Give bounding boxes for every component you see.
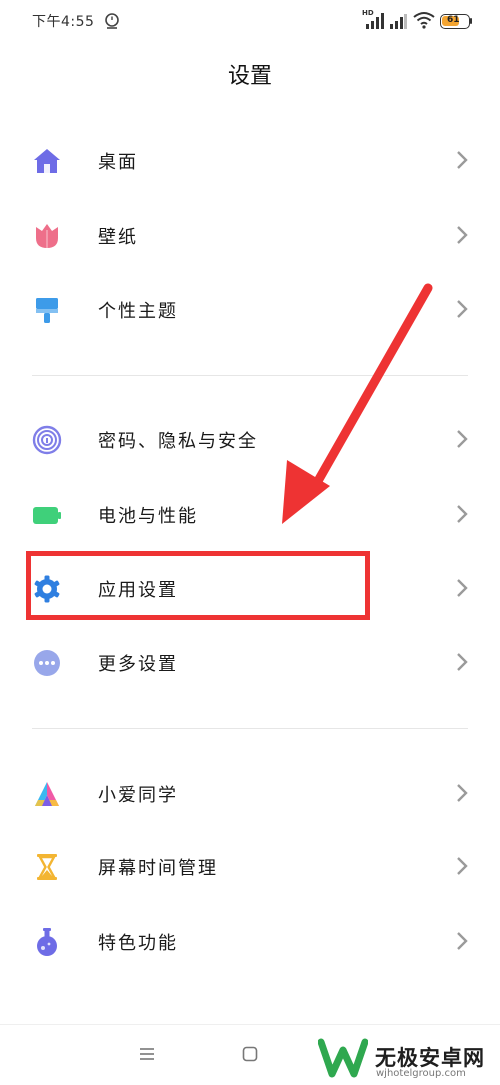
settings-item-label: 小爱同学 (98, 785, 178, 806)
chevron-right-icon (457, 151, 468, 169)
status-bar: 下午4:55 HD 61 (0, 0, 500, 44)
tulip-icon (36, 224, 58, 248)
settings-item-more[interactable]: 更多设置 (0, 632, 500, 692)
flask-icon (37, 928, 57, 956)
settings-item-theme[interactable]: 个性主题 (0, 279, 500, 339)
highlight-box (26, 551, 370, 620)
menu-icon[interactable] (139, 1047, 155, 1061)
chevron-right-icon (457, 784, 468, 802)
settings-item-label: 壁纸 (98, 227, 138, 248)
chevron-right-icon (457, 653, 468, 671)
settings-item-label: 屏幕时间管理 (98, 858, 218, 879)
settings-item-label: 密码、隐私与安全 (98, 431, 258, 452)
settings-item-label: 个性主题 (98, 301, 178, 322)
settings-item-features[interactable]: 特色功能 (0, 911, 500, 971)
chevron-right-icon (457, 579, 468, 597)
watermark-url: wjhotelgroup.com (376, 1068, 466, 1079)
home-button-icon[interactable] (242, 1046, 258, 1062)
fingerprint-icon (32, 425, 62, 455)
battery-level: 61 (447, 15, 460, 25)
chevron-right-icon (457, 226, 468, 244)
chevron-right-icon (457, 932, 468, 950)
chevron-right-icon (457, 300, 468, 318)
battery-icon (33, 507, 61, 524)
brush-icon (36, 298, 58, 323)
chevron-right-icon (457, 857, 468, 875)
battery-indicator: 61 (440, 14, 470, 29)
more-icon (34, 650, 60, 676)
section-divider (32, 375, 468, 376)
home-icon (34, 149, 60, 173)
settings-item-label: 电池与性能 (98, 506, 198, 527)
signal-icon-2 (390, 14, 407, 29)
watermark-logo-icon (318, 1038, 368, 1078)
settings-item-xiaoai[interactable]: 小爱同学 (0, 763, 500, 823)
settings-item-label: 桌面 (98, 152, 138, 173)
settings-item-privacy[interactable]: 密码、隐私与安全 (0, 409, 500, 469)
hourglass-icon (37, 854, 57, 880)
page-title: 设置 (227, 64, 272, 89)
status-time: 下午4:55 (32, 14, 95, 30)
settings-item-battery[interactable]: 电池与性能 (0, 484, 500, 544)
settings-item-label: 特色功能 (98, 933, 178, 954)
chevron-right-icon (457, 430, 468, 448)
settings-item-label: 更多设置 (98, 654, 178, 675)
settings-item-screen-time[interactable]: 屏幕时间管理 (0, 836, 500, 896)
settings-item-wallpaper[interactable]: 壁纸 (0, 205, 500, 265)
settings-item-desktop[interactable]: 桌面 (0, 130, 500, 190)
network-label: HD (362, 9, 374, 17)
battery-tip (470, 18, 472, 24)
chevron-right-icon (457, 505, 468, 523)
wifi-icon (413, 12, 435, 29)
xiaoai-icon (35, 782, 59, 806)
alarm-icon (105, 13, 119, 29)
section-divider (32, 728, 468, 729)
